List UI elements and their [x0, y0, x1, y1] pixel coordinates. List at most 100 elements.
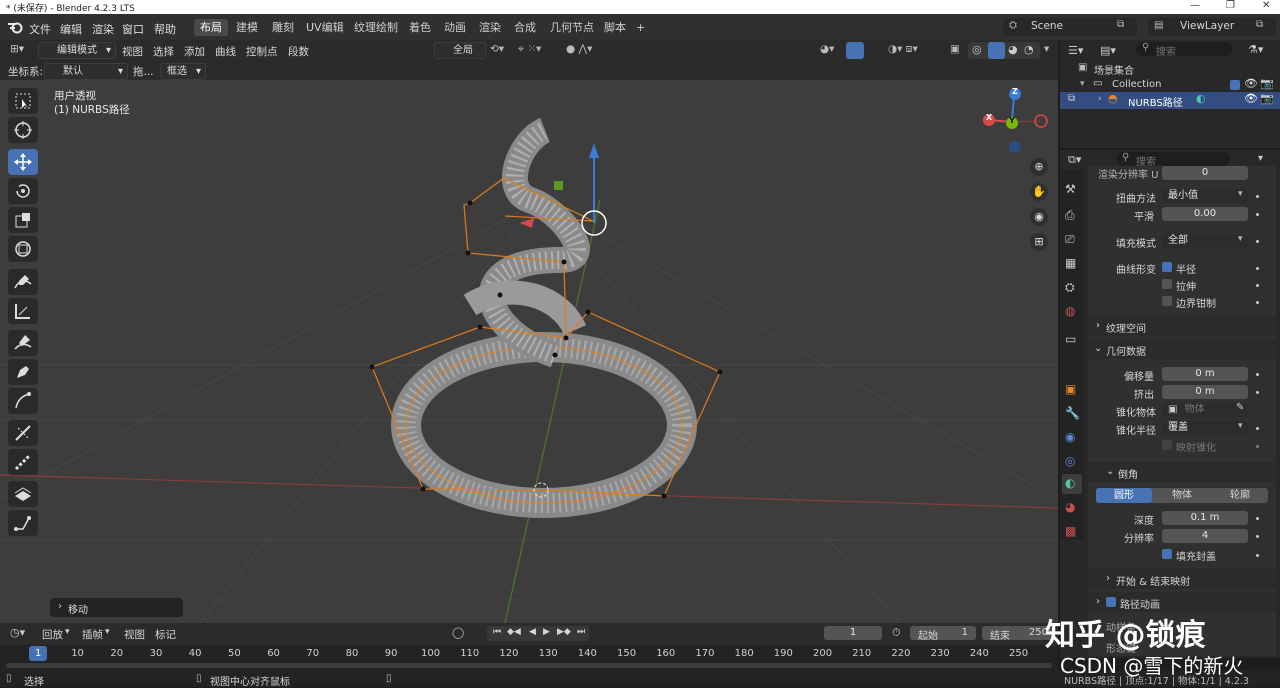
extrude-anim-dot[interactable]: [1256, 391, 1259, 394]
offset-field[interactable]: 0 m: [1162, 367, 1248, 381]
scene-selector[interactable]: ⛭ Scene ⧉: [1003, 18, 1137, 36]
map-taper-anim-dot[interactable]: [1256, 445, 1259, 448]
play-icon[interactable]: ▶: [543, 627, 550, 637]
move-tool[interactable]: [8, 149, 38, 175]
snap-icon[interactable]: ⌖ ⁙▾: [518, 43, 541, 56]
rendered-shading-icon[interactable]: ◔: [1024, 43, 1034, 56]
close-button[interactable]: ✕: [1262, 0, 1270, 11]
outliner-search-input[interactable]: ⚲ 搜索: [1136, 42, 1232, 58]
map-taper-checkbox[interactable]: [1162, 440, 1172, 450]
resolution-anim-dot[interactable]: [1256, 535, 1259, 538]
extrude-field[interactable]: 0 m: [1162, 385, 1248, 399]
bevel-tab-object[interactable]: 物体: [1154, 488, 1210, 503]
nav-gizmo-neg-z[interactable]: [1009, 141, 1021, 153]
solid-shading-icon[interactable]: [988, 42, 1005, 59]
depth-field[interactable]: 0.1 m: [1162, 511, 1248, 525]
menu-control-points[interactable]: 控制点: [246, 44, 278, 59]
pen-tool[interactable]: [8, 359, 38, 385]
zoom-icon[interactable]: ⊕: [1030, 158, 1048, 176]
tab-scripting[interactable]: 脚本: [598, 19, 632, 36]
tab-modeling[interactable]: 建模: [230, 19, 264, 36]
timeline-editor-icon[interactable]: ◷▾: [10, 626, 25, 639]
texture-space-panel-header[interactable]: › 纹理空间: [1088, 316, 1276, 336]
tab-animation[interactable]: 动画: [438, 19, 472, 36]
taper-anim-dot[interactable]: [1256, 427, 1259, 430]
modifier-tab-icon[interactable]: 🔧: [1065, 406, 1080, 420]
select-box-tool[interactable]: [8, 88, 38, 114]
tab-geometry-nodes[interactable]: 几何节点: [544, 19, 600, 36]
visibility-icon[interactable]: ◕▾: [820, 43, 834, 55]
scene-collection-label[interactable]: 场景集合: [1094, 62, 1134, 77]
drag-label[interactable]: 拖...: [133, 64, 154, 79]
bounds-anim-dot[interactable]: [1256, 301, 1259, 304]
marker-menu[interactable]: 标记: [155, 627, 176, 642]
move-gizmo-x-arrow[interactable]: [520, 218, 534, 228]
timeline-view-menu[interactable]: 视图: [124, 627, 145, 642]
render-resolution-field[interactable]: 0: [1162, 166, 1248, 180]
jump-start-icon[interactable]: ⏮: [493, 627, 501, 637]
tilt-tool[interactable]: [8, 420, 38, 446]
fill-caps-checkbox[interactable]: [1162, 549, 1172, 559]
menu-view[interactable]: 视图: [122, 44, 143, 59]
output-tab-icon[interactable]: ⎚: [1065, 232, 1075, 247]
collection-exclude-checkbox[interactable]: [1230, 80, 1240, 90]
menu-add[interactable]: 添加: [184, 44, 205, 59]
jump-end-icon[interactable]: ⏭: [577, 627, 585, 637]
properties-editor-icon[interactable]: ⧉▾: [1068, 153, 1081, 167]
next-keyframe-icon[interactable]: ▶◆: [557, 627, 571, 637]
preview-range-icon[interactable]: ⏱: [892, 626, 901, 640]
new-scene-icon[interactable]: ⧉: [1117, 19, 1124, 30]
start-end-mapping-header[interactable]: › 开始 & 结束映射: [1088, 569, 1276, 589]
smooth-field[interactable]: 0.00: [1162, 207, 1248, 221]
fill-mode-dropdown[interactable]: 全部: [1162, 234, 1248, 248]
camera-view-icon[interactable]: ◉: [1030, 208, 1048, 226]
curve-pen-tool[interactable]: [8, 388, 38, 414]
stretch-checkbox[interactable]: [1162, 279, 1172, 289]
stretch-anim-dot[interactable]: [1256, 284, 1259, 287]
start-frame-field[interactable]: 起始 1: [910, 626, 976, 642]
display-mode-icon[interactable]: ▤▾: [1100, 44, 1116, 57]
menu-select[interactable]: 选择: [153, 44, 174, 59]
tab-sculpting[interactable]: 雕刻: [266, 19, 300, 36]
taper-radius-dropdown[interactable]: 覆盖: [1162, 421, 1248, 435]
bounds-clamp-checkbox[interactable]: [1162, 296, 1172, 306]
shading-options-icon[interactable]: ▾: [1044, 43, 1049, 55]
eyedropper-icon[interactable]: ✎: [1236, 402, 1244, 413]
geometry-panel-header[interactable]: ⌄ 几何数据: [1088, 339, 1276, 359]
object-tab-icon[interactable]: ▣: [1065, 382, 1076, 396]
prev-keyframe-icon[interactable]: ◆◀: [507, 627, 521, 637]
world-tab-icon[interactable]: ◍: [1065, 304, 1075, 318]
constraint-tab-icon[interactable]: ◎: [1065, 454, 1075, 468]
proportional-edit-icon[interactable]: ● ⋀▾: [566, 43, 592, 55]
tool-tab-icon[interactable]: ⚒: [1065, 182, 1076, 196]
path-animation-checkbox[interactable]: [1106, 597, 1116, 607]
pan-hand-icon[interactable]: ✋: [1030, 183, 1048, 201]
collection-expand-icon[interactable]: ▾: [1080, 79, 1085, 89]
menu-segments[interactable]: 段数: [288, 44, 309, 59]
xray-icon[interactable]: ▣: [950, 43, 960, 55]
add-workspace-button[interactable]: +: [630, 19, 651, 36]
play-reverse-icon[interactable]: ◀: [529, 627, 536, 637]
collection-label[interactable]: Collection: [1112, 79, 1161, 90]
resolution-field[interactable]: 4: [1162, 529, 1248, 543]
tab-uv-editing[interactable]: UV编辑: [300, 19, 350, 36]
bevel-panel-header[interactable]: ⌄ 倒角: [1088, 462, 1276, 482]
scale-tool[interactable]: [8, 207, 38, 233]
menu-file[interactable]: 文件: [29, 21, 51, 37]
collection-tab-icon[interactable]: ▭: [1065, 332, 1076, 346]
smooth-anim-dot[interactable]: [1256, 213, 1259, 216]
coord-system-dropdown[interactable]: 默认 ▾: [44, 63, 128, 80]
view-layer-tab-icon[interactable]: ▦: [1065, 256, 1076, 270]
rotate-tool[interactable]: [8, 178, 38, 204]
depth-anim-dot[interactable]: [1256, 517, 1259, 520]
filter-icon[interactable]: ⚗▾: [1248, 43, 1263, 56]
extrude-cursor-tool[interactable]: [8, 510, 38, 536]
fill-anim-dot[interactable]: [1256, 240, 1259, 243]
path-animation-header[interactable]: › 路径动画: [1088, 592, 1276, 612]
measure-tool[interactable]: [8, 298, 38, 324]
bevel-tab-profile[interactable]: 轮廓: [1212, 488, 1268, 503]
3d-viewport[interactable]: Z X Y 用户透视 (1) NURBS路径 ⊕ ✋ ◉ ⊞ › 移动: [0, 80, 1058, 623]
select-mode-dropdown[interactable]: 框选 ▾: [160, 63, 206, 80]
bevel-tab-round[interactable]: 圆形: [1096, 488, 1152, 503]
ortho-toggle-icon[interactable]: ⊞: [1030, 233, 1048, 251]
